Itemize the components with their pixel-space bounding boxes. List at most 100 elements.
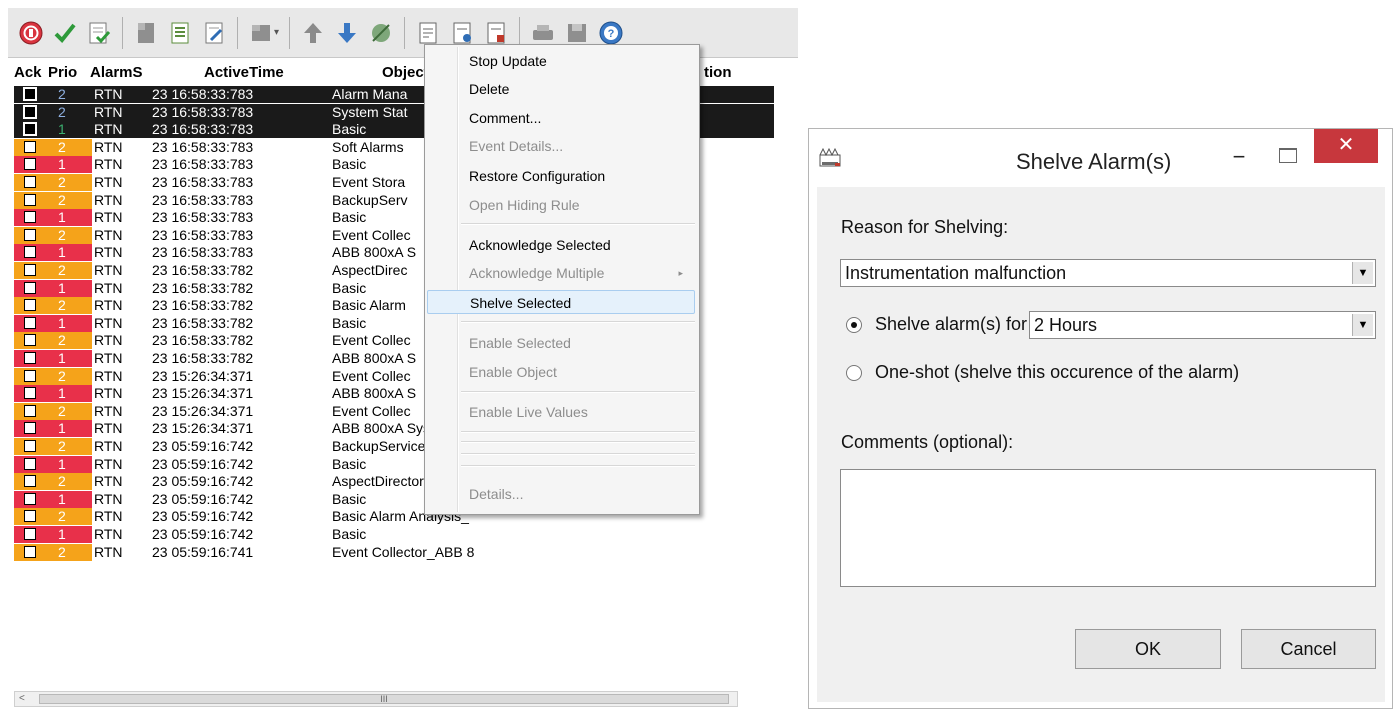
list-icon[interactable] (167, 20, 193, 46)
ack-cell[interactable] (14, 543, 48, 561)
column-header-active-time[interactable]: ActiveTime (204, 64, 324, 82)
maximize-icon[interactable] (1279, 148, 1297, 163)
one-shot-label[interactable]: One-shot (shelve this occurence of the a… (875, 362, 1239, 383)
shelve-duration-select[interactable]: 2 Hours ▼ (1029, 311, 1376, 339)
pin-icon[interactable] (368, 20, 394, 46)
ack-checkbox[interactable] (24, 475, 36, 488)
ack-checkbox[interactable] (24, 545, 36, 558)
ack-cell[interactable] (14, 350, 48, 367)
ack-checkbox[interactable] (24, 440, 36, 452)
ack-cell[interactable] (14, 367, 48, 385)
ack-checkbox[interactable] (24, 422, 36, 435)
ack-cell[interactable] (14, 86, 48, 103)
acknowledge-icon[interactable] (86, 20, 112, 46)
chevron-down-icon[interactable]: ▾ (274, 27, 279, 38)
ack-checkbox[interactable] (23, 87, 37, 101)
reason-select[interactable]: Instrumentation malfunction ▼ (840, 259, 1376, 287)
column-header-ack[interactable]: Ack (14, 64, 48, 82)
ack-cell[interactable] (14, 103, 48, 121)
chevron-down-icon[interactable]: ▼ (1352, 262, 1373, 284)
ack-cell[interactable] (14, 332, 48, 350)
ack-cell[interactable] (14, 156, 48, 174)
ack-checkbox[interactable] (24, 369, 36, 382)
ack-checkbox[interactable] (24, 264, 36, 276)
ack-checkbox[interactable] (24, 457, 36, 470)
menu-item-enable-selected[interactable]: Enable Selected (427, 331, 695, 355)
scroll-left-icon[interactable]: < (19, 692, 25, 706)
ack-checkbox[interactable] (24, 387, 36, 400)
horizontal-scrollbar[interactable]: < III (14, 691, 738, 707)
dialog-title-bar[interactable]: Shelve Alarm(s) − ✕ (809, 129, 1392, 187)
ack-checkbox[interactable] (24, 352, 36, 364)
column-header-alarm-state[interactable]: AlarmS (90, 64, 152, 82)
menu-item-stop-update[interactable]: Stop Update (427, 49, 695, 73)
ack-checkbox[interactable] (24, 193, 36, 206)
ack-cell[interactable] (14, 420, 48, 438)
minimize-icon[interactable]: − (1226, 146, 1252, 169)
ack-checkbox[interactable] (24, 281, 36, 294)
menu-item-shelve-selected[interactable]: Shelve Selected (427, 290, 695, 314)
ack-checkbox[interactable] (24, 316, 36, 329)
ack-checkbox[interactable] (24, 299, 36, 312)
shelve-for-label[interactable]: Shelve alarm(s) for (875, 314, 1027, 335)
document-icon[interactable] (133, 20, 159, 46)
ack-checkbox[interactable] (24, 246, 36, 259)
ack-cell[interactable] (14, 402, 48, 420)
ack-cell[interactable] (14, 526, 48, 543)
menu-item-details[interactable]: Details... (427, 482, 695, 506)
ack-cell[interactable] (14, 209, 48, 227)
column-header-description[interactable]: tion (704, 64, 764, 82)
ack-checkbox[interactable] (24, 492, 36, 505)
ack-checkbox[interactable] (24, 211, 36, 224)
ack-checkbox[interactable] (24, 228, 36, 241)
scroll-thumb[interactable]: III (39, 694, 729, 704)
edit-icon[interactable] (201, 20, 227, 46)
ack-cell[interactable] (14, 455, 48, 473)
ok-button[interactable]: OK (1075, 629, 1221, 669)
ack-checkbox[interactable] (24, 158, 36, 171)
ack-cell[interactable] (14, 314, 48, 332)
properties-icon[interactable] (415, 20, 441, 46)
menu-item-enable-object[interactable]: Enable Object (427, 360, 695, 384)
printer-icon[interactable] (530, 20, 556, 46)
cancel-button[interactable]: Cancel (1241, 629, 1376, 669)
ack-checkbox[interactable] (24, 404, 36, 417)
ack-cell[interactable] (14, 297, 48, 315)
ack-cell[interactable] (14, 385, 48, 403)
properties-edit-icon[interactable] (449, 20, 475, 46)
ack-checkbox[interactable] (23, 122, 37, 137)
down-arrow-icon[interactable] (334, 20, 360, 46)
close-icon[interactable]: ✕ (1314, 129, 1378, 163)
save-icon[interactable] (564, 20, 590, 46)
ack-cell[interactable] (14, 191, 48, 209)
table-row[interactable]: 2 RTN 23 05:59:16:741 Event Collector_ABB 8 (14, 543, 774, 561)
ack-cell[interactable] (14, 174, 48, 191)
ack-checkbox[interactable] (24, 176, 36, 188)
menu-item-open-hiding-rule[interactable]: Open Hiding Rule (427, 193, 695, 217)
help-icon[interactable]: ? (598, 20, 624, 46)
stop-icon[interactable] (18, 20, 44, 46)
ack-checkbox[interactable] (24, 510, 36, 523)
ack-cell[interactable] (14, 262, 48, 279)
menu-item-acknowledge-multiple[interactable]: Acknowledge Multiple ▸ (427, 261, 695, 285)
ack-checkbox[interactable] (24, 140, 36, 153)
ack-cell[interactable] (14, 121, 48, 139)
ack-checkbox[interactable] (23, 104, 37, 119)
ack-cell[interactable] (14, 138, 48, 156)
menu-item-acknowledge-selected[interactable]: Acknowledge Selected (427, 233, 695, 257)
up-arrow-icon[interactable] (300, 20, 326, 46)
ack-cell[interactable] (14, 473, 48, 491)
ack-checkbox[interactable] (24, 528, 36, 540)
ack-cell[interactable] (14, 490, 48, 508)
menu-item-delete[interactable]: Delete (427, 77, 695, 101)
table-row[interactable]: 1 RTN 23 05:59:16:742 Basic (14, 526, 774, 543)
shelve-for-radio[interactable] (846, 317, 862, 333)
filter-icon[interactable] (248, 20, 274, 46)
ack-cell[interactable] (14, 279, 48, 297)
menu-item-comment[interactable]: Comment... (427, 106, 695, 130)
one-shot-radio[interactable] (846, 365, 862, 381)
ack-cell[interactable] (14, 508, 48, 526)
menu-item-restore-configuration[interactable]: Restore Configuration (427, 164, 695, 188)
chevron-down-icon[interactable]: ▼ (1352, 314, 1373, 336)
ack-cell[interactable] (14, 226, 48, 244)
